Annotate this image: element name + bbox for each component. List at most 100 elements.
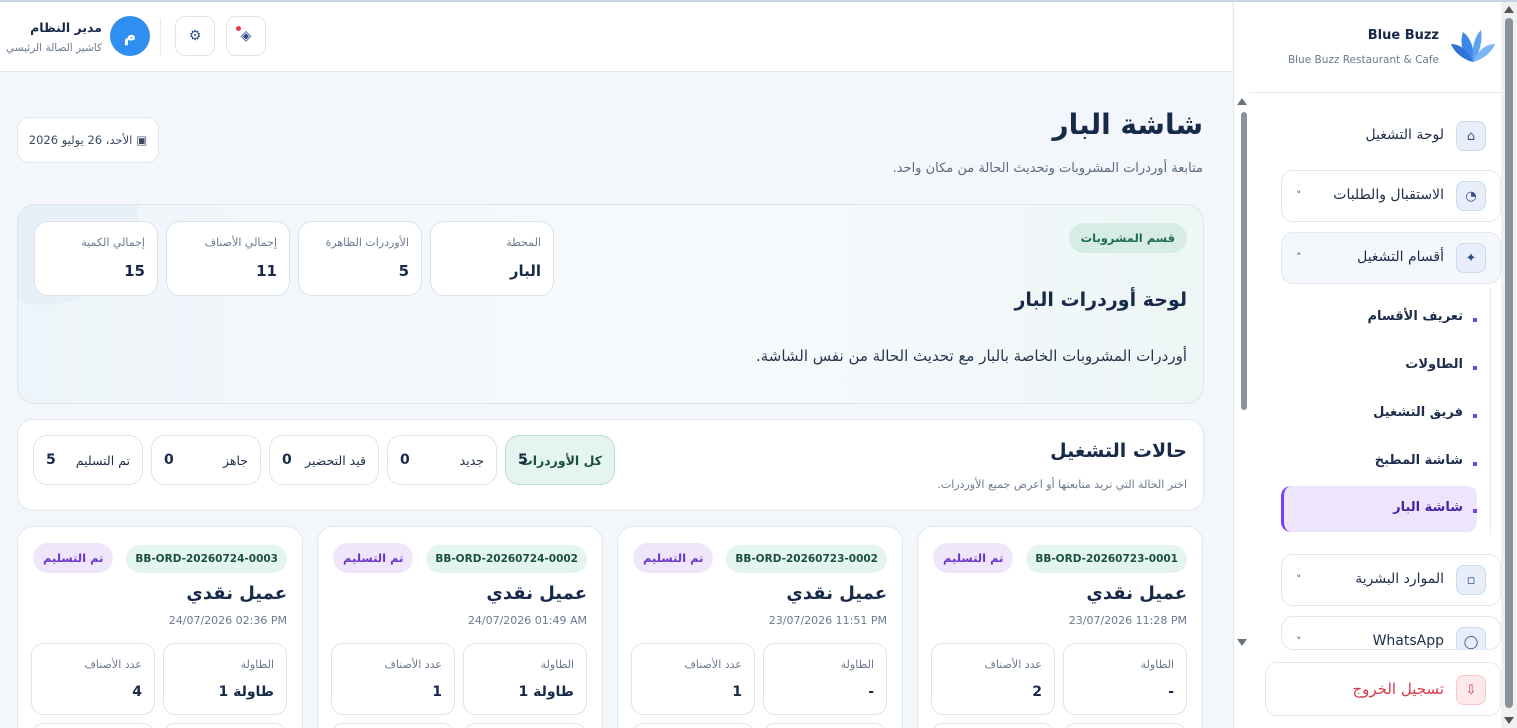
bullet-icon [1473, 509, 1477, 513]
logout-label: تسجيل الخروج [1352, 680, 1444, 698]
sparkle-icon: ✦ [1456, 243, 1486, 273]
sidebar-item-reception[interactable]: ◔ الاستقبال والطلبات ˅ [1281, 170, 1501, 222]
submenu-item-bar-screen[interactable]: شاشة البار [1393, 500, 1463, 515]
sidebar-item-label: WhatsApp [1372, 633, 1444, 649]
mini-value: طاولة 1 [518, 684, 574, 700]
avatar[interactable]: م [110, 16, 150, 56]
order-table: الطاولة - [763, 643, 887, 715]
order-status-badge: تم التسليم [33, 543, 114, 573]
filter-all-orders[interactable]: كل الأوردرات 5 [505, 435, 615, 485]
filter-label: جديد [459, 453, 484, 468]
sidebar-item-whatsapp[interactable]: ◯ WhatsApp ˅ [1281, 616, 1501, 650]
order-table: الطاولة - [1063, 643, 1187, 715]
hero-description: أوردرات المشروبات الخاصة بالبار مع تحديث… [755, 347, 1187, 365]
brand-logo-icon [1451, 30, 1495, 62]
settings-button[interactable]: ⚙ [175, 16, 215, 56]
mini-value: طاولة 1 [218, 684, 274, 700]
order-card[interactable]: BB-ORD-20260724-0002 تم التسليم عميل نقد… [317, 526, 603, 728]
mini-value: 2 [1032, 684, 1042, 700]
scroll-up-icon[interactable] [1237, 98, 1247, 105]
scroll-thumb[interactable] [1241, 112, 1247, 410]
window-scrollbar[interactable] [1501, 2, 1517, 728]
scroll-thumb[interactable] [1505, 18, 1513, 708]
filter-preparing[interactable]: قيد التحضير 0 [269, 435, 379, 485]
mini-value: - [868, 684, 874, 700]
stat-value: 11 [256, 262, 277, 280]
mini-label: الطاولة [840, 658, 874, 671]
filter-label: تم التسليم [75, 453, 130, 468]
order-items-count: عدد الأصناف 2 [931, 643, 1055, 715]
user-name: مدير النظام [30, 20, 102, 35]
order-id: BB-ORD-20260723-0002 [726, 545, 887, 573]
top-header: ◈ ⚙ م مدير النظام كاشير الصالة الرئيسي [0, 2, 1232, 72]
order-time: 23/07/2026 11:28 PM [1068, 614, 1187, 627]
chevron-down-icon: ˅ [1296, 189, 1302, 202]
bullet-icon [1473, 318, 1477, 322]
filter-count: 0 [400, 452, 410, 468]
sidebar-item-label: أقسام التشغيل [1357, 249, 1444, 265]
sidebar-item-operations[interactable]: ✦ أقسام التشغيل ˄ [1281, 232, 1501, 284]
brand-name: Blue Buzz [1367, 28, 1439, 43]
chevron-down-icon: ˅ [1296, 573, 1302, 586]
hero-title: لوحة أوردرات البار [1014, 289, 1187, 311]
customer-name: عميل نقدي [786, 583, 887, 604]
section-badge: قسم المشروبات [1068, 223, 1187, 253]
scroll-up-icon[interactable] [1504, 6, 1514, 13]
status-title: حالات التشغيل [1050, 440, 1187, 462]
order-status-badge: تم التسليم [933, 543, 1014, 573]
mini-label: عدد الأصناف [84, 658, 142, 671]
mini-value: 4 [132, 684, 142, 700]
customer-name: عميل نقدي [186, 583, 287, 604]
scroll-down-icon[interactable] [1237, 639, 1247, 646]
order-table: الطاولة طاولة 1 [163, 643, 287, 715]
submenu-item-sections[interactable]: تعريف الأقسام [1368, 309, 1463, 324]
notifications-button[interactable]: ◈ [226, 16, 266, 56]
filter-count: 5 [46, 452, 56, 468]
logout-button[interactable]: ⇩ تسجيل الخروج [1265, 662, 1501, 716]
sidebar-scrollbar[interactable] [1237, 98, 1249, 646]
mini-label: الطاولة [540, 658, 574, 671]
chevron-up-icon: ˄ [1296, 251, 1302, 264]
sidebar-item-hr[interactable]: ▫ الموارد البشرية ˅ [1281, 554, 1501, 606]
submenu-item-kitchen-screen[interactable]: شاشة المطبخ [1375, 453, 1463, 468]
submenu-item-team[interactable]: فريق التشغيل [1373, 405, 1463, 420]
sidebar: Blue Buzz Blue Buzz Restaurant & Cafe ⌂ … [1233, 2, 1501, 728]
submenu-item-tables[interactable]: الطاولات [1405, 357, 1463, 372]
mini-label: الطاولة [240, 658, 274, 671]
date-text: الأحد، 26 يوليو 2026 [28, 133, 133, 147]
gear-icon: ⚙ [188, 28, 202, 44]
mini-label: عدد الأصناف [684, 658, 742, 671]
order-detail-box [631, 723, 755, 728]
stat-value: 5 [398, 262, 409, 280]
mini-label: عدد الأصناف [384, 658, 442, 671]
avatar-initial: م [123, 26, 137, 46]
order-items-count: عدد الأصناف 4 [31, 643, 155, 715]
order-detail-box [1063, 723, 1187, 728]
mini-label: الطاولة [1140, 658, 1174, 671]
order-table: الطاولة طاولة 1 [463, 643, 587, 715]
stat-label: الأوردرات الظاهرة [325, 236, 410, 249]
stat-total-quantity: إجمالي الكمية 15 [34, 221, 158, 296]
order-detail-box [331, 723, 455, 728]
order-detail-box [931, 723, 1055, 728]
filter-count: 0 [164, 452, 174, 468]
order-time: 23/07/2026 11:51 PM [768, 614, 887, 627]
stat-station: المحطة البار [430, 221, 554, 296]
order-card[interactable]: BB-ORD-20260724-0003 تم التسليم عميل نقد… [17, 526, 303, 728]
filter-new[interactable]: جديد 0 [387, 435, 497, 485]
order-card[interactable]: BB-ORD-20260723-0002 تم التسليم عميل نقد… [617, 526, 903, 728]
order-id: BB-ORD-20260723-0001 [1026, 545, 1187, 573]
order-card[interactable]: BB-ORD-20260723-0001 تم التسليم عميل نقد… [917, 526, 1203, 728]
filter-label: كل الأوردرات [520, 453, 602, 468]
mini-label: عدد الأصناف [984, 658, 1042, 671]
scroll-down-icon[interactable] [1504, 717, 1514, 724]
hr-icon: ▫ [1456, 565, 1486, 595]
sidebar-item-dashboard[interactable]: ⌂ لوحة التشغيل [1281, 110, 1501, 162]
filter-label: قيد التحضير [305, 453, 366, 468]
filter-delivered[interactable]: تم التسليم 5 [33, 435, 143, 485]
sidebar-item-label: الموارد البشرية [1355, 571, 1444, 587]
stat-label: إجمالي الكمية [81, 236, 145, 249]
status-filter-panel: حالات التشغيل اختر الحالة التي تريد متاب… [17, 419, 1204, 511]
order-status-badge: تم التسليم [333, 543, 414, 573]
filter-ready[interactable]: جاهز 0 [151, 435, 261, 485]
